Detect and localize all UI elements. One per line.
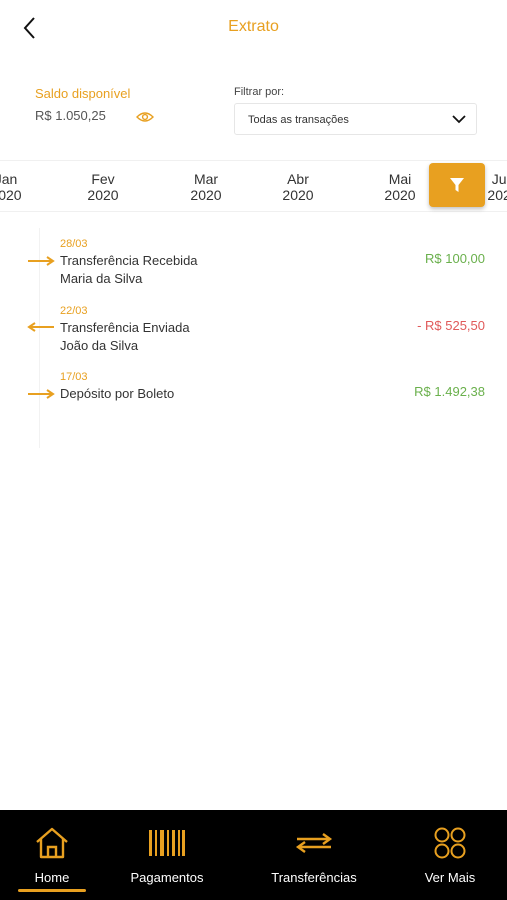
transaction-title: Depósito por Boleto xyxy=(60,386,175,401)
toggle-balance-button[interactable] xyxy=(136,110,154,122)
barcode-icon xyxy=(149,830,185,856)
nav-pagamentos-label: Pagamentos xyxy=(130,870,204,885)
nav-pagamentos[interactable]: Pagamentos xyxy=(114,810,220,900)
transaction-party: Maria da Silva xyxy=(60,271,143,286)
month-name: Fev xyxy=(91,171,115,187)
transaction-date: 28/03 xyxy=(60,238,88,250)
home-icon xyxy=(36,827,68,859)
month-tab-jan[interactable]: Jan 2020 xyxy=(0,171,41,203)
month-tab-mai[interactable]: Mai 2020 xyxy=(365,171,435,203)
bottom-navigation: Home Pagamentos Transferências Ver Mais xyxy=(0,810,507,900)
nav-ver-mais[interactable]: Ver Mais xyxy=(405,810,495,900)
transaction-amount: R$ 1.492,38 xyxy=(414,384,485,399)
chevron-down-icon xyxy=(452,115,466,124)
filter-funnel-icon xyxy=(450,178,464,192)
transaction-title: Transferência Enviada xyxy=(60,320,190,335)
month-year: 2020 xyxy=(87,187,119,203)
balance-label: Saldo disponível xyxy=(35,86,131,101)
transaction-party: João da Silva xyxy=(60,338,139,353)
arrow-right-icon xyxy=(28,389,55,399)
page-title: Extrato xyxy=(228,18,279,35)
nav-transferencias[interactable]: Transferências xyxy=(258,810,370,900)
month-year: 2020 xyxy=(0,187,22,203)
selected-month-indicator xyxy=(178,211,234,212)
nav-ver-mais-label: Ver Mais xyxy=(424,870,476,885)
month-name: Mar xyxy=(193,171,219,187)
filter-button[interactable] xyxy=(429,163,485,207)
transaction-date: 22/03 xyxy=(60,305,88,317)
month-tab-mar[interactable]: Mar 2020 xyxy=(171,171,241,203)
month-tab-fev[interactable]: Fev 2020 xyxy=(68,171,138,203)
nav-transferencias-label: Transferências xyxy=(271,870,357,885)
more-circles-icon xyxy=(434,827,466,859)
nav-home-label: Home xyxy=(34,870,70,885)
transfer-arrows-icon xyxy=(295,833,333,853)
eye-icon xyxy=(136,112,154,122)
arrow-left-icon xyxy=(27,322,54,332)
month-year: 2020 xyxy=(190,187,222,203)
filter-label: Filtrar por: xyxy=(234,86,285,98)
filter-selected-value: Todas as transações xyxy=(248,114,349,126)
month-year: 2020 xyxy=(384,187,416,203)
transaction-title: Transferência Recebida xyxy=(60,253,198,268)
balance-value: R$ 1.050,25 xyxy=(35,108,106,123)
transaction-amount: - R$ 525,50 xyxy=(417,318,485,333)
nav-home[interactable]: Home xyxy=(0,810,104,900)
month-year: 2020 xyxy=(282,187,314,203)
transaction-amount: R$ 100,00 xyxy=(425,251,485,266)
active-nav-indicator xyxy=(18,889,86,892)
month-name: Jan xyxy=(0,171,18,187)
transaction-filter-select[interactable]: Todas as transações xyxy=(234,103,477,135)
arrow-right-icon xyxy=(28,256,55,266)
month-name: Abr xyxy=(287,171,309,187)
month-tab-abr[interactable]: Abr 2020 xyxy=(263,171,333,203)
transaction-date: 17/03 xyxy=(60,371,88,383)
month-name: Mai xyxy=(388,171,412,187)
